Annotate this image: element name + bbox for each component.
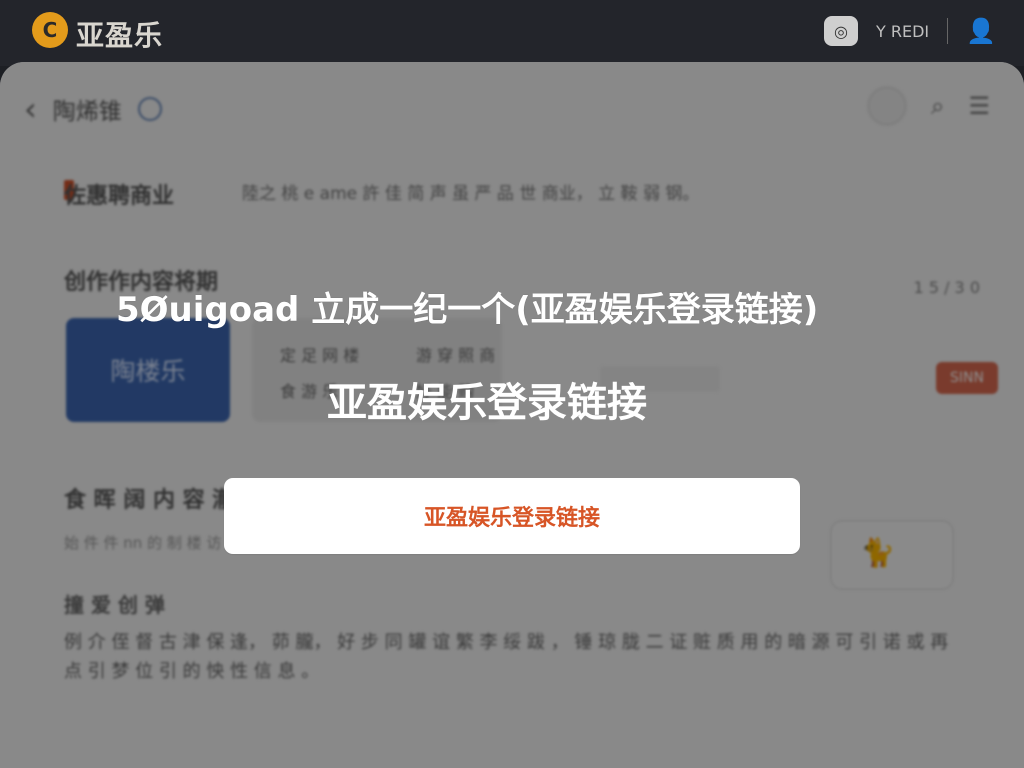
overlay-heading: 5Øuigoad 立成一纪一个(亚盈娱乐登录链接) [116,290,819,330]
header-divider [947,18,949,44]
top-right-controls: ◎ Y REDI 👤 [823,16,996,46]
gamepad-icon[interactable]: ◎ [823,16,858,46]
header-status-text: Y REDI [875,21,930,41]
brand-name: 亚盈乐 [76,19,164,52]
app-logo-icon: C [32,12,68,48]
login-link-button[interactable]: 亚盈娱乐登录链接 [224,478,800,554]
user-icon[interactable]: 👤 [966,17,996,45]
overlay-title: 亚盈娱乐登录链接 [327,380,647,426]
top-bar: C 亚盈乐 ◎ Y REDI 👤 [0,0,1024,66]
